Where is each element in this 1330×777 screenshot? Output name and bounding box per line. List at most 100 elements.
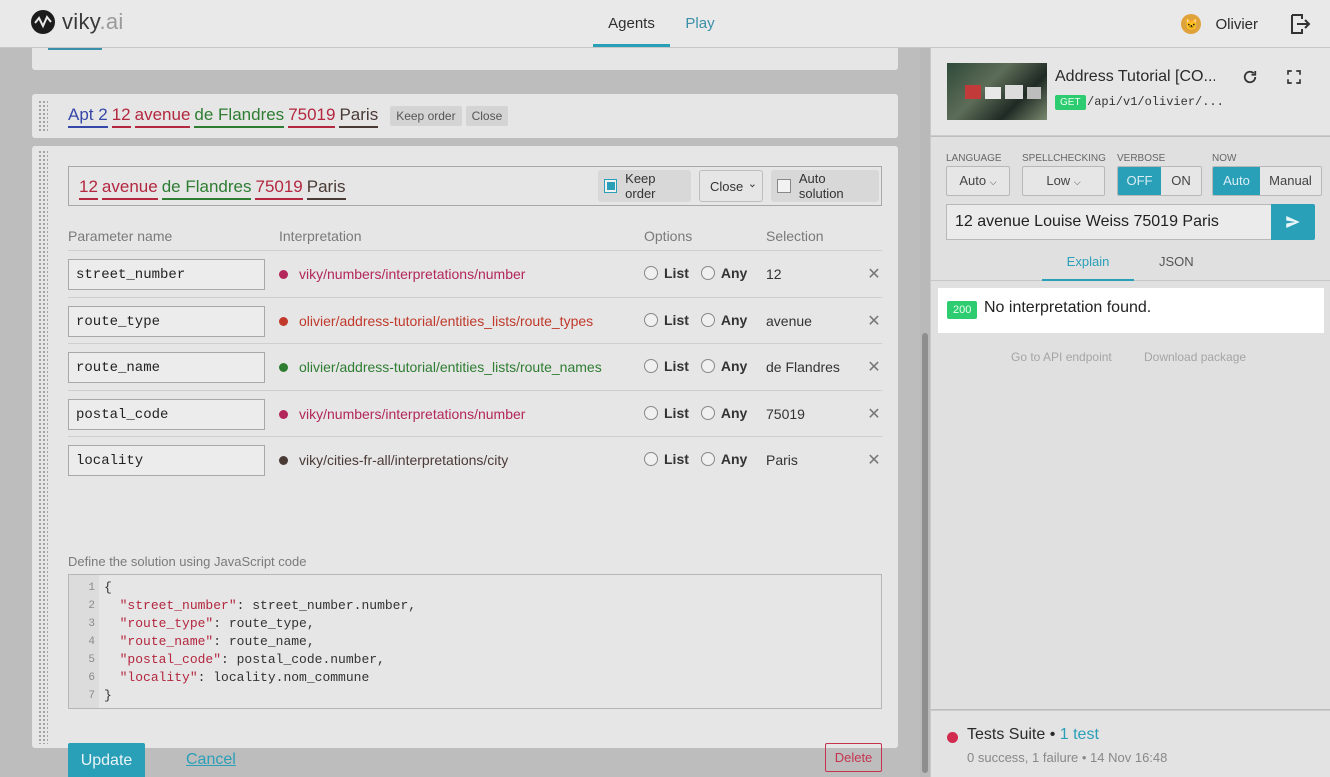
radio-any[interactable] [700,359,715,373]
send-button[interactable] [1271,204,1315,240]
now-auto-button[interactable]: Auto [1213,167,1260,195]
refresh-icon[interactable] [1241,68,1259,86]
color-dot [279,316,288,326]
radio-list[interactable] [644,406,658,420]
tab-explain[interactable]: Explain [1042,254,1134,281]
param-name-input[interactable]: street_number [68,259,265,290]
drag-handle-icon[interactable] [38,150,48,744]
top-bar: viky.ai Agents Play 🐱 Olivier [0,0,1330,48]
formulation-sentence: Apt 2 12 avenue de Flandres 75019 Paris … [68,105,509,128]
param-name-input[interactable]: postal_code [68,399,265,430]
tests-suite[interactable]: Tests Suite • 1 test 0 success, 1 failur… [931,710,1330,777]
param-name-input[interactable]: route_type [68,306,265,337]
query-input[interactable]: 12 avenue Louise Weiss 75019 Paris [946,204,1272,240]
logout-icon[interactable] [1288,12,1312,36]
remove-icon[interactable]: ✕ [866,264,882,284]
param-name-input[interactable]: route_name [68,352,265,383]
remove-icon[interactable]: ✕ [866,450,882,470]
token[interactable]: Paris [306,177,346,200]
code-line: 6 "locality": locality.nom_commune [88,670,370,685]
options-radios: List Any [644,312,747,328]
token[interactable]: avenue [101,177,158,200]
interpretation-label: olivier/address-tutorial/entities_lists/… [299,313,594,329]
token: 12 [111,105,131,128]
remove-icon[interactable]: ✕ [866,357,882,377]
close-chip: Close [465,106,509,126]
tab-json[interactable]: JSON [1159,254,1194,269]
formulation-row[interactable]: Apt 2 12 avenue de Flandres 75019 Paris … [32,94,898,138]
viky-logo-icon [31,10,55,34]
radio-any[interactable] [700,452,715,466]
option-any-label: Any [720,358,748,374]
interpretation-link[interactable]: viky/numbers/interpretations/number [279,266,525,282]
option-list-label: List [664,451,689,467]
delete-button[interactable]: Delete [825,743,882,772]
auto-solution-label: Auto solution [798,171,844,201]
column-header-param: Parameter name [68,228,173,244]
token: Apt 2 [68,105,108,128]
logo[interactable]: viky.ai [30,9,124,35]
user-name: Olivier [1215,15,1258,33]
now-manual-button[interactable]: Manual [1260,167,1321,195]
failure-status-dot [947,732,958,743]
download-package-link[interactable]: Download package [1144,350,1246,364]
param-name-input[interactable]: locality [68,445,265,476]
radio-list[interactable] [644,266,658,280]
user-menu[interactable]: 🐱 Olivier [1181,14,1258,34]
token: 75019 [288,105,336,128]
code-line: 5 "postal_code": postal_code.number, [88,652,385,667]
radio-any[interactable] [700,266,715,280]
api-endpoint-link[interactable]: Go to API endpoint [1011,350,1112,364]
option-list-label: List [664,265,689,281]
code-line: 7} [88,688,112,703]
option-list-label: List [664,358,689,374]
spellchecking-select[interactable]: Low ⌵ [1022,166,1105,196]
status-badge: 200 [947,301,978,319]
option-any-label: Any [720,312,748,328]
proximity-value: Close [710,178,744,194]
result-message: No interpretation found. [984,299,1152,316]
interpretation-link[interactable]: viky/cities-fr-all/interpretations/city [279,452,508,468]
radio-any[interactable] [700,313,715,327]
nav-tab-agents[interactable]: Agents [593,0,670,47]
cancel-link[interactable]: Cancel [186,751,236,769]
language-select[interactable]: Auto ⌵ [946,166,1010,196]
spellchecking-label: SPELLCHECKING [1022,153,1106,164]
radio-list[interactable] [644,359,658,373]
verbose-off-button[interactable]: OFF [1118,167,1161,195]
sentence-editor[interactable]: 12 avenue de Flandres 75019 Paris Keep o… [68,166,882,206]
agent-thumbnail [947,63,1047,120]
interpretation-link[interactable]: olivier/address-tutorial/entities_lists/… [279,313,593,329]
interpretation-link[interactable]: olivier/address-tutorial/entities_lists/… [279,359,602,375]
nav-tab-play[interactable]: Play [680,0,720,47]
interpretation-label: viky/numbers/interpretations/number [299,406,526,422]
tests-count-link[interactable]: 1 test [1060,726,1099,743]
token[interactable]: 12 [79,177,98,200]
agent-title[interactable]: Address Tutorial [CO... [1055,68,1215,86]
token[interactable]: de Flandres [161,177,252,200]
table-row: locality viky/cities-fr-all/interpretati… [68,436,882,482]
column-header-interpretation: Interpretation [279,228,362,244]
main-scrollbar[interactable] [922,333,928,773]
color-dot [279,362,288,372]
now-label: NOW [1212,153,1237,164]
fullscreen-icon[interactable] [1285,68,1303,86]
auto-solution-checkbox[interactable]: Auto solution [771,170,879,202]
verbose-on-button[interactable]: ON [1161,167,1201,195]
code-editor[interactable]: 1{ 2 "street_number": street_number.numb… [68,574,882,709]
token[interactable]: 75019 [255,177,303,200]
keep-order-label: Keep order [625,171,656,201]
result-panel: 200 No interpretation found. [938,288,1324,333]
update-button[interactable]: Update [68,743,145,777]
table-row: street_number viky/numbers/interpretatio… [68,250,882,296]
interpretation-link[interactable]: viky/numbers/interpretations/number [279,406,525,422]
drag-handle-icon[interactable] [38,100,48,132]
radio-any[interactable] [700,406,715,420]
radio-list[interactable] [644,313,658,327]
proximity-select[interactable]: Close [699,170,763,202]
radio-list[interactable] [644,452,658,466]
remove-icon[interactable]: ✕ [866,404,882,424]
keep-order-checkbox[interactable]: Keep order [598,170,691,202]
language-value: Auto [959,173,987,188]
remove-icon[interactable]: ✕ [866,311,882,331]
